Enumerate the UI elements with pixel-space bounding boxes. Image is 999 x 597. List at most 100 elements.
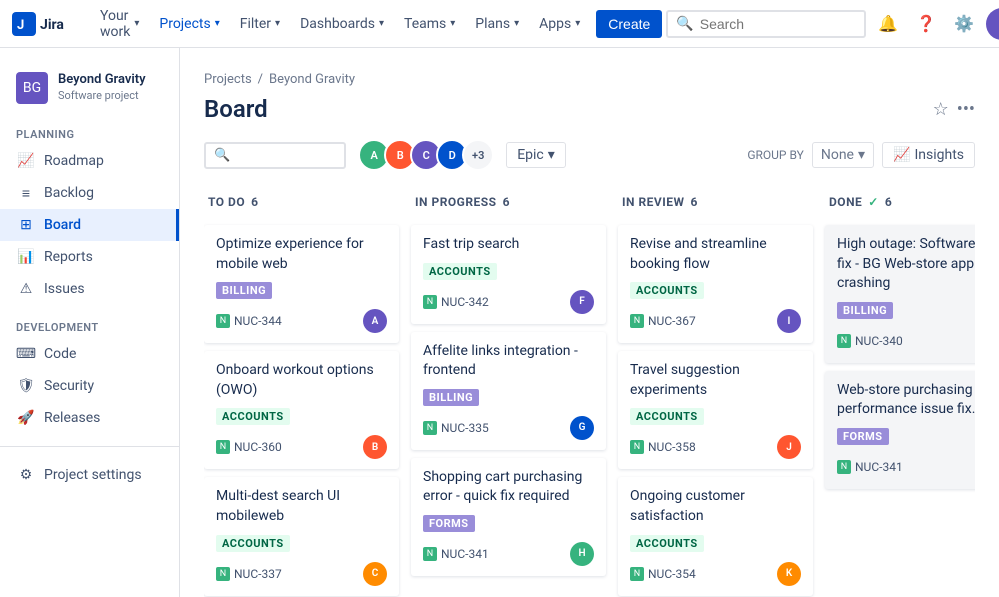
card-nuc-341-ip[interactable]: Shopping cart purchasing error - quick f… [411, 458, 606, 576]
sidebar-item-security[interactable]: 🛡 Security [0, 370, 179, 402]
epic-button[interactable]: Epic ▾ [506, 142, 566, 168]
jira-logo-icon: J Jira [12, 12, 80, 36]
assignee-avatar: G [570, 416, 594, 440]
card-nuc-342[interactable]: Fast trip search ACCOUNTS N NUC-342 F [411, 225, 606, 324]
card-nuc-354[interactable]: Ongoing customer satisfaction ACCOUNTS N… [618, 477, 813, 595]
star-icon[interactable]: ☆ [933, 99, 949, 120]
code-icon: ⌨ [16, 344, 36, 364]
sidebar-project[interactable]: BG Beyond Gravity Software project [0, 64, 179, 120]
card-nuc-335[interactable]: Affelite links integration - frontend BI… [411, 332, 606, 450]
card-nuc-358[interactable]: Travel suggestion experiments ACCOUNTS N… [618, 351, 813, 469]
topnav-right: 🔍 🔔 ❓ ⚙️ U [666, 8, 999, 40]
search-box[interactable]: 🔍 [666, 10, 866, 38]
chevron-down-icon: ▾ [379, 18, 384, 29]
search-input[interactable] [700, 16, 840, 32]
create-button[interactable]: Create [596, 10, 662, 38]
issue-icon: N [216, 440, 230, 454]
column-header-inreview: IN REVIEW 6 [618, 187, 813, 217]
chevron-down-icon: ▾ [275, 18, 280, 29]
board-toolbar: 🔍 A B C D +3 Epic ▾ GROUP BY None ▾ [204, 139, 975, 171]
settings-button[interactable]: ⚙️ [948, 8, 980, 40]
issue-icon: N [423, 421, 437, 435]
column-done: DONE ✓ 6 High outage: Software bug fix -… [825, 187, 975, 497]
breadcrumb: Projects / Beyond Gravity [204, 72, 975, 87]
nav-plans[interactable]: Plans ▾ [467, 10, 527, 38]
more-actions-icon[interactable]: ••• [957, 99, 975, 120]
page-header: Board ☆ ••• [204, 95, 975, 123]
chevron-down-icon: ▾ [858, 147, 865, 163]
chevron-down-icon: ▾ [514, 18, 519, 29]
svg-text:Jira: Jira [40, 17, 64, 33]
nav-your-work[interactable]: Your work ▾ [92, 2, 147, 46]
card-nuc-341-done[interactable]: Web-store purchasing performance issue f… [825, 371, 975, 489]
board-icon: ⊞ [16, 215, 36, 235]
nav-projects[interactable]: Projects ▾ [151, 10, 227, 38]
issues-icon: ⚠ [16, 279, 36, 299]
card-nuc-337[interactable]: Multi-dest search UI mobileweb ACCOUNTS … [204, 477, 399, 595]
svg-text:J: J [17, 18, 24, 33]
project-type: Software project [58, 89, 146, 103]
issue-icon: N [837, 334, 851, 348]
issue-icon: N [630, 440, 644, 454]
column-todo: TO DO 6 Optimize experience for mobile w… [204, 187, 399, 597]
sidebar-item-reports[interactable]: 📊 Reports [0, 241, 179, 273]
board-search-input[interactable] [236, 148, 336, 163]
card-nuc-367[interactable]: Revise and streamline booking flow ACCOU… [618, 225, 813, 343]
help-button[interactable]: ❓ [910, 8, 942, 40]
column-header-done: DONE ✓ 6 [825, 187, 975, 217]
user-avatar[interactable]: U [986, 8, 999, 40]
search-icon: 🔍 [214, 148, 230, 163]
breadcrumb-project-name[interactable]: Beyond Gravity [269, 72, 355, 87]
sidebar-item-project-settings[interactable]: ⚙ Project settings [0, 459, 179, 491]
column-title-inprogress: IN PROGRESS [415, 195, 497, 209]
issue-icon: N [837, 460, 851, 474]
nav-apps[interactable]: Apps ▾ [531, 10, 588, 38]
assignee-avatar: J [777, 435, 801, 459]
assignee-avatar: I [777, 309, 801, 333]
issue-icon: N [630, 314, 644, 328]
column-title-done: DONE [829, 195, 862, 209]
roadmap-icon: 📈 [16, 151, 36, 171]
issue-icon: N [216, 567, 230, 581]
insights-button[interactable]: 📈 Insights [882, 142, 975, 168]
column-header-todo: TO DO 6 [204, 187, 399, 217]
avatar-more[interactable]: +3 [462, 139, 494, 171]
issue-icon: N [216, 314, 230, 328]
sidebar: BG Beyond Gravity Software project PLANN… [0, 48, 180, 597]
column-header-inprogress: IN PROGRESS 6 [411, 187, 606, 217]
group-by: GROUP BY None ▾ 📈 Insights [747, 142, 975, 168]
planning-section-title: PLANNING [0, 120, 179, 145]
board-search-box[interactable]: 🔍 [204, 142, 346, 169]
sidebar-item-backlog[interactable]: ≡ Backlog [0, 177, 179, 209]
chevron-down-icon: ▾ [215, 18, 220, 29]
assignee-avatar: F [570, 290, 594, 314]
notifications-button[interactable]: 🔔 [872, 8, 904, 40]
card-nuc-340-done[interactable]: High outage: Software bug fix - BG Web-s… [825, 225, 975, 363]
sidebar-item-board[interactable]: ⊞ Board [0, 209, 179, 241]
card-nuc-344[interactable]: Optimize experience for mobile web BILLI… [204, 225, 399, 343]
assignee-avatar: C [363, 562, 387, 586]
sidebar-item-roadmap[interactable]: 📈 Roadmap [0, 145, 179, 177]
chevron-down-icon: ▾ [575, 18, 580, 29]
releases-icon: 🚀 [16, 408, 36, 428]
sidebar-item-releases[interactable]: 🚀 Releases [0, 402, 179, 434]
nav-dashboards[interactable]: Dashboards ▾ [292, 10, 392, 38]
card-nuc-360[interactable]: Onboard workout options (OWO) ACCOUNTS N… [204, 351, 399, 469]
project-icon: BG [16, 72, 48, 104]
nav-teams[interactable]: Teams ▾ [396, 10, 463, 38]
avatar-group: A B C D +3 [358, 139, 494, 171]
logo[interactable]: J Jira [12, 12, 80, 36]
assignee-avatar: B [363, 435, 387, 459]
nav-filter[interactable]: Filter ▾ [232, 10, 288, 38]
sidebar-item-issues[interactable]: ⚠ Issues [0, 273, 179, 305]
issue-icon: N [423, 547, 437, 561]
topnav: J Jira Your work ▾ Projects ▾ Filter ▾ D… [0, 0, 999, 48]
column-title-inreview: IN REVIEW [622, 195, 685, 209]
assignee-avatar: K [777, 562, 801, 586]
layout: BG Beyond Gravity Software project PLANN… [0, 48, 999, 597]
sidebar-item-code[interactable]: ⌨ Code [0, 338, 179, 370]
breadcrumb-projects[interactable]: Projects [204, 72, 252, 87]
chevron-down-icon: ▾ [134, 18, 139, 29]
group-by-select[interactable]: None ▾ [812, 142, 874, 168]
shield-icon: 🛡 [16, 376, 36, 396]
